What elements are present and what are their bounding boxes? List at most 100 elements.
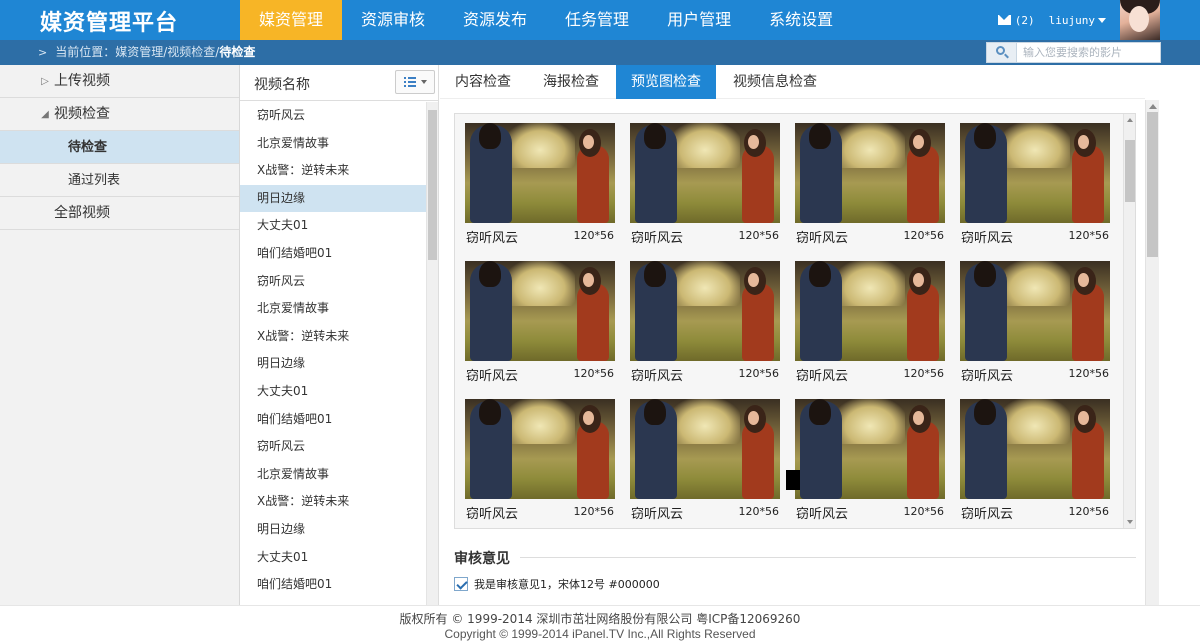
- video-list-item[interactable]: 窃听风云: [240, 433, 426, 461]
- video-list-item[interactable]: 明日边缘: [240, 516, 426, 544]
- video-list-item[interactable]: 北京爱情故事: [240, 461, 426, 489]
- review-opinion-1[interactable]: 我是审核意见1，宋体12号 #000000: [454, 576, 660, 592]
- preview-thumbnail[interactable]: [795, 261, 945, 361]
- scrollbar-thumb[interactable]: [428, 110, 437, 260]
- scroll-up-icon[interactable]: [1127, 118, 1133, 122]
- preview-thumbnail[interactable]: [630, 261, 780, 361]
- preview-card[interactable]: 窃听风云 120*56: [960, 261, 1110, 386]
- tab-info-check[interactable]: 视频信息检查: [718, 65, 832, 99]
- video-list-item[interactable]: 大丈夫01: [240, 212, 426, 240]
- sidebar-item-passed[interactable]: 通过列表: [0, 164, 239, 197]
- video-list-item[interactable]: 大丈夫01: [240, 378, 426, 406]
- preview-card[interactable]: 窃听风云 120*56: [795, 399, 945, 524]
- preview-thumbnail[interactable]: [795, 399, 945, 499]
- preview-card[interactable]: 窃听风云 120*56: [795, 123, 945, 248]
- mail-count[interactable]: (2): [1015, 14, 1035, 27]
- video-list-item[interactable]: 北京爱情故事: [240, 295, 426, 323]
- video-list-item[interactable]: 明日边缘: [240, 350, 426, 378]
- preview-card[interactable]: 窃听风云 120*56: [960, 123, 1110, 248]
- preview-thumbnail[interactable]: [465, 261, 615, 361]
- footer: 版权所有 © 1999-2014 深圳市茁壮网络股份有限公司 粤ICP备1206…: [0, 605, 1200, 643]
- scrollbar-thumb[interactable]: [1125, 140, 1135, 202]
- chevron-down-icon: [420, 80, 427, 84]
- video-list-item[interactable]: 咱们结婚吧01: [240, 571, 426, 599]
- user-menu-caret-icon[interactable]: [1098, 17, 1106, 23]
- video-list-item[interactable]: X战警：逆转未来: [240, 157, 426, 185]
- preview-title: 窃听风云: [961, 507, 1014, 522]
- mail-icon[interactable]: [997, 15, 1011, 25]
- preview-title: 窃听风云: [631, 507, 684, 522]
- search-input[interactable]: [1017, 43, 1157, 62]
- preview-title: 窃听风云: [796, 369, 849, 384]
- tab-preview-check[interactable]: 预览图检查: [616, 65, 716, 99]
- preview-title: 窃听风云: [961, 231, 1014, 246]
- video-list-item[interactable]: 窃听风云: [240, 102, 426, 130]
- preview-thumbnail[interactable]: [960, 261, 1110, 361]
- tab-content-check[interactable]: 内容检查: [440, 65, 526, 99]
- preview-thumbnail[interactable]: [630, 123, 780, 223]
- top-bar: 媒资管理平台 媒资管理 资源审核 资源发布 任务管理 用户管理 系统设置 (2)…: [0, 0, 1200, 40]
- username[interactable]: liujuny: [1049, 14, 1095, 27]
- sidebar-item-label: 上传视频: [54, 72, 110, 89]
- preview-card[interactable]: 窃听风云 120*56: [465, 261, 615, 386]
- video-list-item[interactable]: X战警：逆转未来: [240, 323, 426, 351]
- tab-poster-check[interactable]: 海报检查: [528, 65, 614, 99]
- view-toggle-button[interactable]: [395, 70, 435, 94]
- scroll-up-icon[interactable]: [1149, 104, 1157, 109]
- video-list-scrollbar[interactable]: [426, 102, 438, 605]
- checkbox-icon[interactable]: [454, 577, 468, 591]
- breadcrumb-path[interactable]: 当前位置：媒资管理/视频检查/: [55, 40, 219, 65]
- preview-thumbnail[interactable]: [465, 399, 615, 499]
- nav-item-settings[interactable]: 系统设置: [750, 0, 852, 40]
- preview-grid-scrollbar[interactable]: [1123, 114, 1135, 528]
- sidebar-item-check[interactable]: ◢ 视频检查: [0, 98, 239, 131]
- video-list-items: 窃听风云 北京爱情故事 X战警：逆转未来 明日边缘 大丈夫01 咱们结婚吧01 窃听风云 北京…: [240, 102, 426, 599]
- preview-card[interactable]: 窃听风云 120*56: [465, 399, 615, 524]
- footer-copyright-cn: 版权所有 © 1999-2014 深圳市茁壮网络股份有限公司 粤ICP备1206…: [399, 612, 801, 626]
- main-scrollbar[interactable]: [1145, 100, 1159, 605]
- nav-item-publish[interactable]: 资源发布: [444, 0, 546, 40]
- preview-size: 120*56: [1068, 505, 1110, 518]
- preview-title: 窃听风云: [631, 231, 684, 246]
- preview-thumbnail[interactable]: [960, 399, 1110, 499]
- scrollbar-thumb[interactable]: [1147, 112, 1158, 257]
- preview-thumbnail[interactable]: [795, 123, 945, 223]
- video-list-item[interactable]: X战警：逆转未来: [240, 488, 426, 516]
- video-list-item[interactable]: 窃听风云: [240, 268, 426, 296]
- breadcrumb-current: 待检查: [219, 45, 256, 59]
- preview-card[interactable]: 窃听风云 120*56: [465, 123, 615, 248]
- preview-thumbnail[interactable]: [960, 123, 1110, 223]
- video-list-item[interactable]: 明日边缘: [240, 184, 426, 213]
- video-list-item[interactable]: 咱们结婚吧01: [240, 240, 426, 268]
- list-view-icon: [403, 77, 416, 87]
- search-box: [986, 42, 1161, 63]
- video-list-item[interactable]: 咱们结婚吧01: [240, 406, 426, 434]
- search-icon[interactable]: [987, 43, 1017, 62]
- sidebar: ▷ 上传视频 ◢ 视频检查 待检查 通过列表 全部视频: [0, 65, 240, 605]
- triangle-right-icon: ▷: [41, 75, 49, 87]
- sidebar-item-pending[interactable]: 待检查: [0, 131, 239, 164]
- nav-item-tasks[interactable]: 任务管理: [546, 0, 648, 40]
- app-logo[interactable]: 媒资管理平台: [40, 5, 178, 37]
- sidebar-item-all[interactable]: 全部视频: [0, 197, 239, 230]
- preview-size: 120*56: [903, 367, 945, 380]
- preview-card[interactable]: 窃听风云 120*56: [795, 261, 945, 386]
- preview-thumbnail[interactable]: [630, 399, 780, 499]
- preview-thumbnail[interactable]: [465, 123, 615, 223]
- scroll-down-icon[interactable]: [1127, 520, 1133, 524]
- preview-card[interactable]: 窃听风云 120*56: [630, 123, 780, 248]
- video-list-header: 视频名称: [240, 65, 438, 101]
- triangle-down-icon: ◢: [41, 108, 49, 120]
- nav-item-media[interactable]: 媒资管理: [240, 0, 343, 40]
- nav-item-review[interactable]: 资源审核: [342, 0, 444, 40]
- preview-size: 120*56: [903, 229, 945, 242]
- avatar[interactable]: [1120, 0, 1160, 40]
- video-list-item[interactable]: 大丈夫01: [240, 544, 426, 572]
- preview-size: 120*56: [573, 505, 615, 518]
- preview-card[interactable]: 窃听风云 120*56: [630, 399, 780, 524]
- preview-card[interactable]: 窃听风云 120*56: [960, 399, 1110, 524]
- sidebar-item-upload[interactable]: ▷ 上传视频: [0, 65, 239, 98]
- video-list-item[interactable]: 北京爱情故事: [240, 130, 426, 158]
- preview-card[interactable]: 窃听风云 120*56: [630, 261, 780, 386]
- nav-item-users[interactable]: 用户管理: [648, 0, 750, 40]
